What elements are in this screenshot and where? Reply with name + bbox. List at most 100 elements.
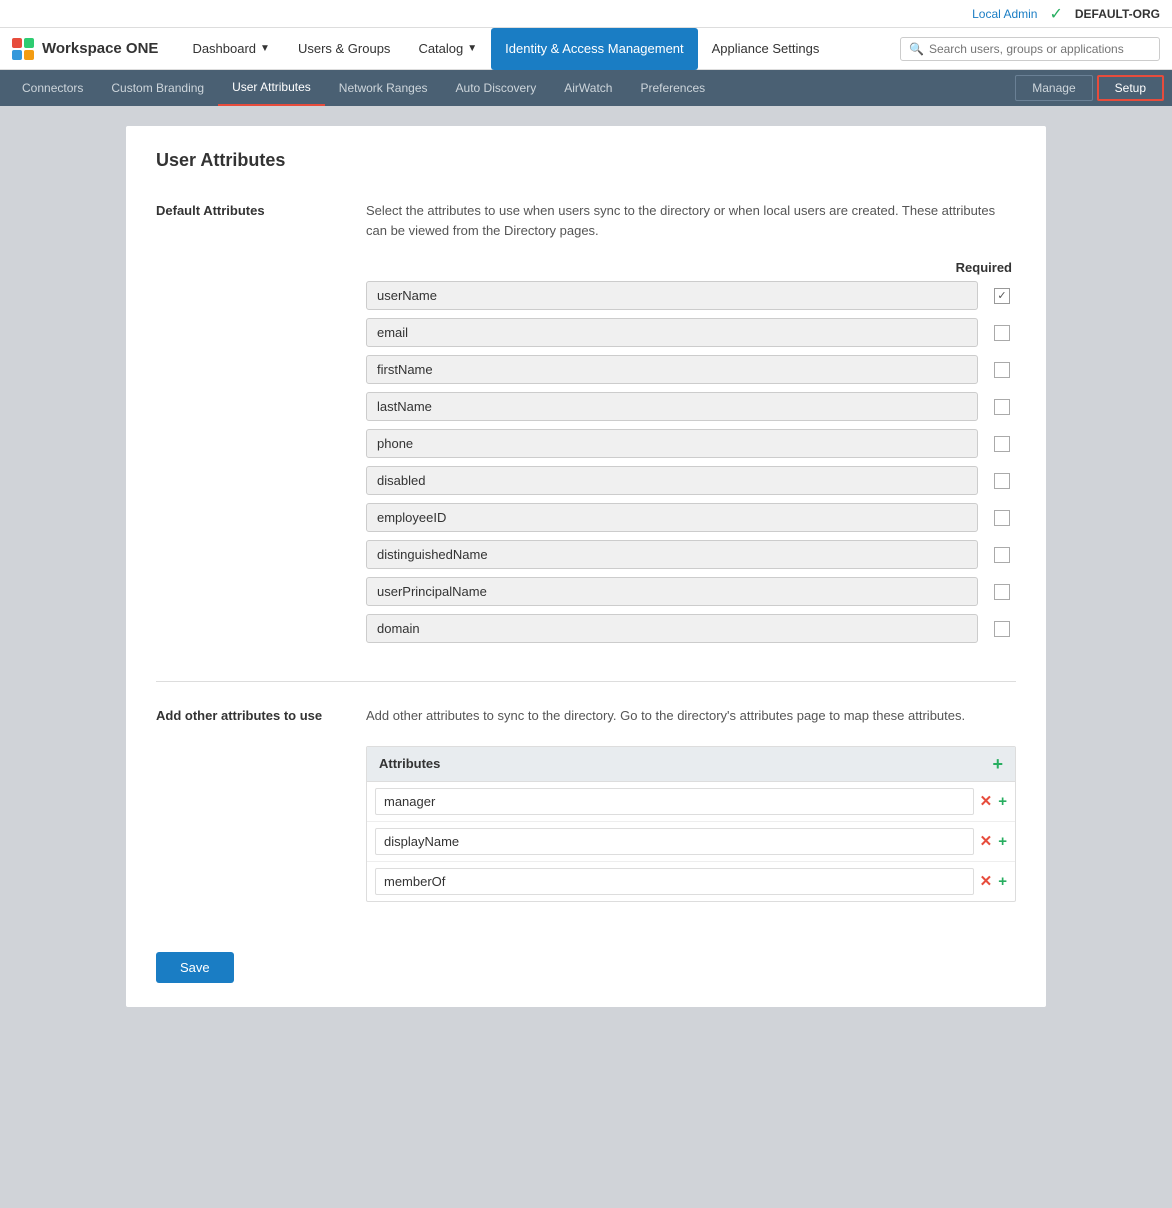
logo-sq-blue	[12, 50, 22, 60]
add-attr-row-memberof: ✕ +	[367, 862, 1015, 901]
remove-displayname-button[interactable]: ✕	[980, 834, 993, 849]
add-attr-input-displayname[interactable]	[375, 828, 974, 855]
attr-row-employeeid	[366, 503, 1016, 532]
attr-row-distinguishedname	[366, 540, 1016, 569]
checkbox-lastname[interactable]	[994, 399, 1010, 415]
checkbox-email[interactable]	[994, 325, 1010, 341]
checkbox-cell-firstname	[988, 362, 1016, 378]
secondary-nav: Connectors Custom Branding User Attribut…	[0, 70, 1172, 106]
checkbox-cell-username	[988, 288, 1016, 304]
sec-nav-network-ranges[interactable]: Network Ranges	[325, 70, 442, 106]
add-attributes-label: Add other attributes to use	[156, 706, 336, 902]
attr-input-domain[interactable]	[366, 614, 978, 643]
attr-input-phone[interactable]	[366, 429, 978, 458]
admin-name[interactable]: Local Admin	[972, 7, 1037, 21]
add-attributes-section: Add other attributes to use Add other at…	[156, 706, 1016, 902]
checkbox-cell-domain	[988, 621, 1016, 637]
add-attr-input-memberof[interactable]	[375, 868, 974, 895]
remove-memberof-button[interactable]: ✕	[980, 874, 993, 889]
attr-input-distinguishedname[interactable]	[366, 540, 978, 569]
add-attr-header: Attributes +	[367, 747, 1015, 782]
add-attributes-content: Add other attributes to sync to the dire…	[366, 706, 1016, 902]
checkbox-cell-userprincipalname	[988, 584, 1016, 600]
add-attr-row-manager: ✕ +	[367, 782, 1015, 822]
default-attributes-section: Default Attributes Select the attributes…	[156, 201, 1016, 651]
default-attributes-content: Select the attributes to use when users …	[366, 201, 1016, 651]
attr-row-email	[366, 318, 1016, 347]
page-title: User Attributes	[156, 150, 1016, 171]
admin-bar: Local Admin ✓ DEFAULT-ORG	[0, 0, 1172, 28]
add-attribute-button[interactable]: +	[992, 755, 1003, 773]
save-button[interactable]: Save	[156, 952, 234, 983]
checkbox-cell-lastname	[988, 399, 1016, 415]
search-box: 🔍	[900, 37, 1160, 61]
top-nav-bar: Workspace ONE Dashboard ▼ Users & Groups…	[0, 28, 1172, 70]
nav-item-appliance[interactable]: Appliance Settings	[698, 28, 834, 70]
sec-nav-user-attributes[interactable]: User Attributes	[218, 70, 325, 106]
remove-manager-button[interactable]: ✕	[980, 794, 993, 809]
add-attr-row-displayname: ✕ +	[367, 822, 1015, 862]
search-area: 🔍	[900, 37, 1160, 61]
attr-input-employeeid[interactable]	[366, 503, 978, 532]
checkbox-username[interactable]	[994, 288, 1010, 304]
attr-input-firstname[interactable]	[366, 355, 978, 384]
logo-sq-red	[12, 38, 22, 48]
checkbox-disabled[interactable]	[994, 473, 1010, 489]
checkbox-phone[interactable]	[994, 436, 1010, 452]
nav-item-catalog[interactable]: Catalog ▼	[404, 28, 491, 70]
sec-nav-right-buttons: Manage Setup	[1015, 75, 1164, 101]
add-after-memberof-button[interactable]: +	[998, 874, 1007, 889]
sec-nav-preferences[interactable]: Preferences	[626, 70, 719, 106]
checkbox-cell-disabled	[988, 473, 1016, 489]
admin-info: Local Admin ✓ DEFAULT-ORG	[972, 4, 1160, 24]
search-input[interactable]	[929, 42, 1151, 56]
top-nav: Dashboard ▼ Users & Groups Catalog ▼ Ide…	[178, 28, 900, 70]
sec-nav-airwatch[interactable]: AirWatch	[550, 70, 626, 106]
logo-area: Workspace ONE	[12, 38, 158, 60]
checkbox-firstname[interactable]	[994, 362, 1010, 378]
attr-input-userprincipalname[interactable]	[366, 577, 978, 606]
attr-row-firstname	[366, 355, 1016, 384]
add-attr-input-manager[interactable]	[375, 788, 974, 815]
checkbox-distinguishedname[interactable]	[994, 547, 1010, 563]
app-name: Workspace ONE	[42, 40, 158, 57]
chevron-down-icon: ▼	[260, 43, 270, 54]
section-divider	[156, 681, 1016, 682]
nav-item-users-groups[interactable]: Users & Groups	[284, 28, 404, 70]
attr-input-email[interactable]	[366, 318, 978, 347]
nav-item-identity[interactable]: Identity & Access Management	[491, 28, 697, 70]
checkbox-domain[interactable]	[994, 621, 1010, 637]
logo-sq-green	[24, 38, 34, 48]
add-attributes-desc: Add other attributes to sync to the dire…	[366, 706, 1016, 726]
search-icon: 🔍	[909, 42, 924, 56]
checkbox-cell-email	[988, 325, 1016, 341]
default-attributes-row: Default Attributes Select the attributes…	[156, 201, 1016, 651]
attr-row-disabled	[366, 466, 1016, 495]
attr-row-phone	[366, 429, 1016, 458]
attr-row-userprincipalname	[366, 577, 1016, 606]
attr-row-domain	[366, 614, 1016, 643]
manage-button[interactable]: Manage	[1015, 75, 1092, 101]
add-attributes-row: Add other attributes to use Add other at…	[156, 706, 1016, 902]
nav-item-dashboard[interactable]: Dashboard ▼	[178, 28, 284, 70]
required-header: Required	[366, 260, 1016, 275]
add-after-manager-button[interactable]: +	[998, 794, 1007, 809]
add-attributes-table: Attributes + ✕ + ✕ +	[366, 746, 1016, 902]
sec-nav-custom-branding[interactable]: Custom Branding	[97, 70, 218, 106]
content-panel: User Attributes Default Attributes Selec…	[126, 126, 1046, 1007]
logo-squares	[12, 38, 34, 60]
sec-nav-connectors[interactable]: Connectors	[8, 70, 97, 106]
checkbox-employeeid[interactable]	[994, 510, 1010, 526]
attr-input-disabled[interactable]	[366, 466, 978, 495]
checkbox-cell-phone	[988, 436, 1016, 452]
setup-button[interactable]: Setup	[1097, 75, 1164, 101]
add-after-displayname-button[interactable]: +	[998, 834, 1007, 849]
main-wrapper: User Attributes Default Attributes Selec…	[0, 106, 1172, 1027]
sec-nav-auto-discovery[interactable]: Auto Discovery	[442, 70, 551, 106]
attr-input-lastname[interactable]	[366, 392, 978, 421]
checkbox-userprincipalname[interactable]	[994, 584, 1010, 600]
chevron-down-icon: ▼	[467, 43, 477, 54]
attr-input-username[interactable]	[366, 281, 978, 310]
org-name: DEFAULT-ORG	[1075, 7, 1160, 21]
org-icon: ✓	[1049, 4, 1062, 24]
